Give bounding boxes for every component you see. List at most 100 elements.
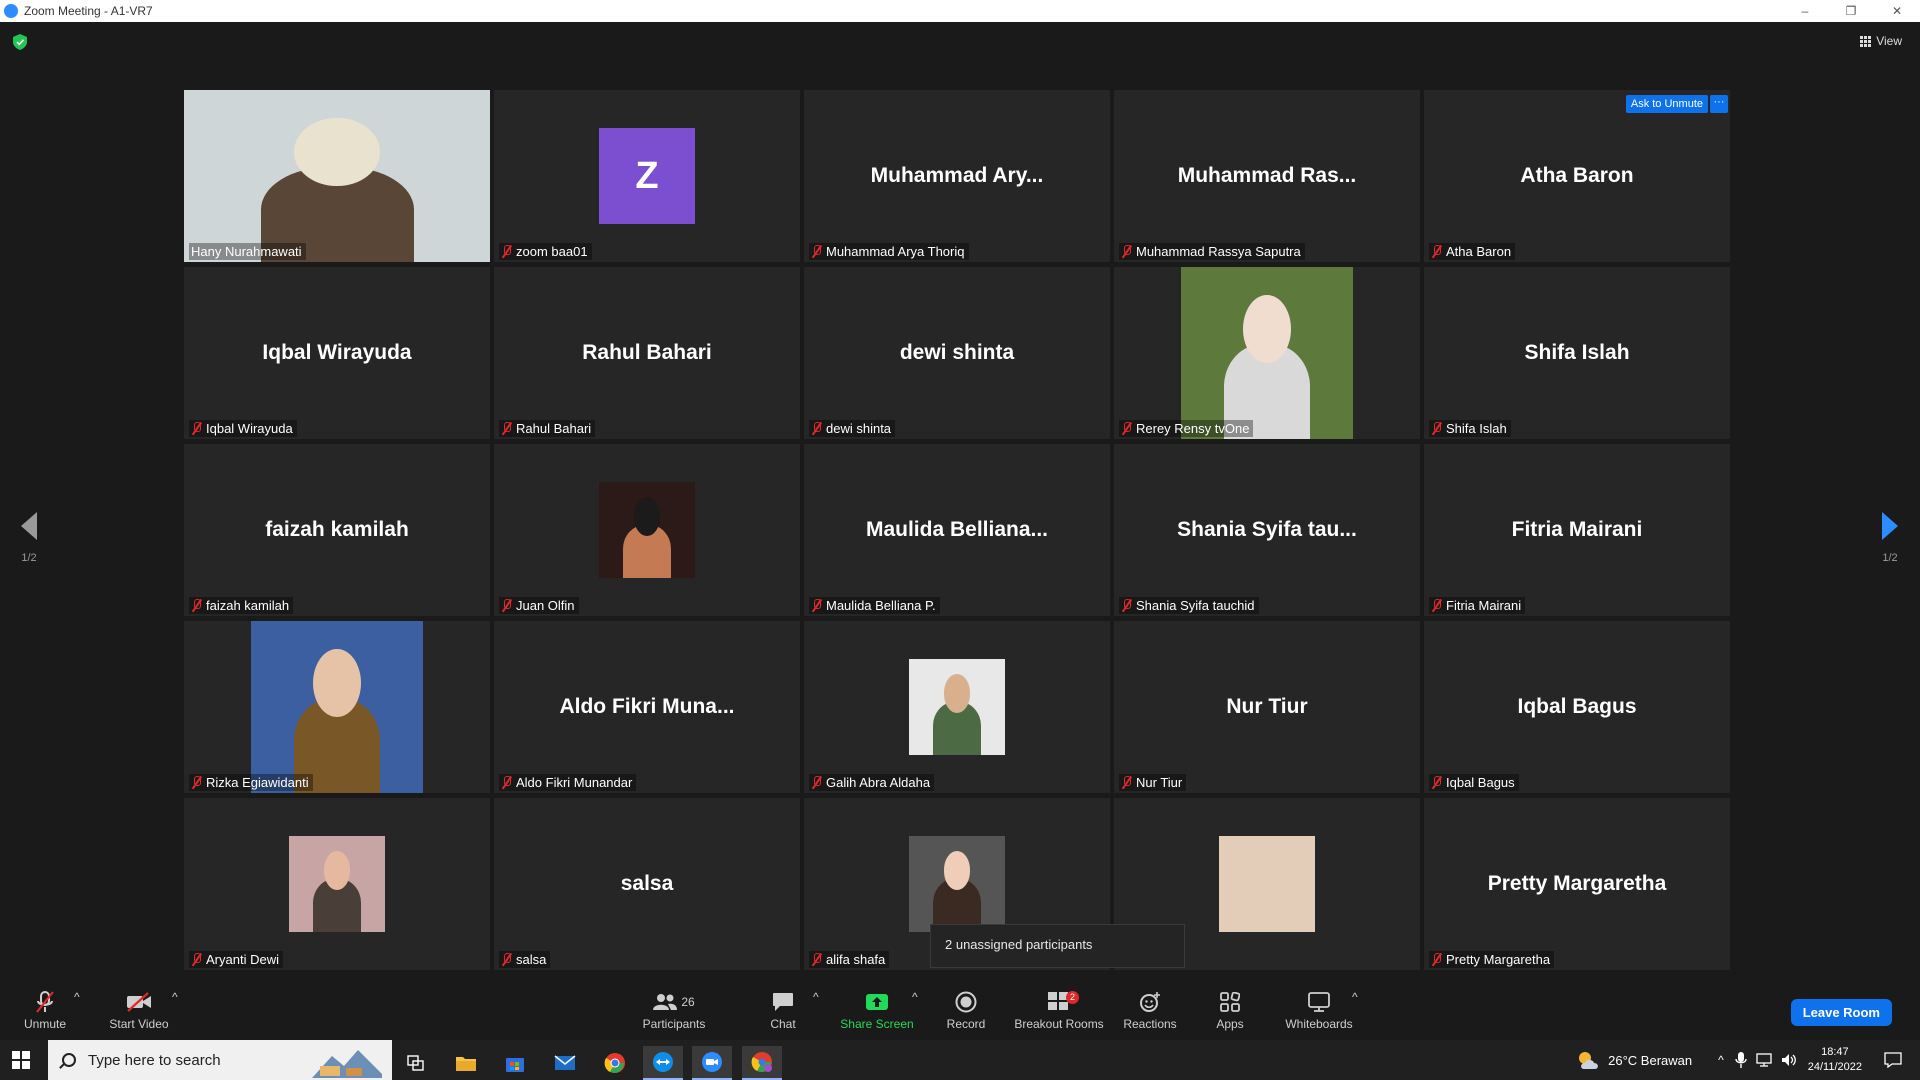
participant-name: Juan Olfin (516, 598, 575, 613)
participant-tile[interactable]: Aryanti Dewi (184, 798, 490, 970)
participant-name: Rahul Bahari (516, 421, 592, 436)
audio-options-caret[interactable]: ^ (74, 990, 80, 1004)
zoom-app-icon[interactable] (692, 1046, 732, 1080)
next-page-button[interactable]: 1/2 (1875, 512, 1905, 564)
microsoft-store-icon[interactable] (495, 1046, 535, 1080)
tile-more-options-button[interactable]: ··· (1710, 95, 1728, 113)
arrow-right-icon (1882, 512, 1898, 540)
video-off-icon (106, 990, 172, 1014)
participant-tile[interactable]: Rerey Rensy tvOne (1114, 267, 1420, 439)
participant-tile[interactable]: Shifa Islah Shifa Islah (1424, 267, 1730, 439)
participant-tile[interactable]: Iqbal Bagus Iqbal Bagus (1424, 621, 1730, 793)
participant-name: Nur Tiur (1136, 775, 1183, 790)
restore-button[interactable]: ❐ (1828, 0, 1874, 22)
participant-display-name: Pretty Margaretha (1487, 872, 1667, 895)
unmute-label: Unmute (23, 1017, 67, 1031)
breakout-rooms-button[interactable]: 2 Breakout Rooms (1013, 990, 1105, 1031)
weather-cloud-icon (1579, 1052, 1599, 1069)
record-button[interactable]: Record (943, 990, 989, 1031)
participant-name-label: Pretty Margaretha (1429, 951, 1555, 968)
apps-button[interactable]: Apps (1212, 990, 1248, 1031)
participants-label: Participants (642, 1017, 706, 1031)
network-icon[interactable] (1756, 1052, 1774, 1068)
participant-photo (1181, 267, 1353, 439)
view-button[interactable]: View (1860, 34, 1902, 48)
participant-tile[interactable]: Zzoom baa01 (494, 90, 800, 262)
share-options-caret[interactable]: ^ (912, 990, 918, 1004)
participant-tile[interactable]: Juan Olfin (494, 444, 800, 616)
participant-name: dewi shinta (826, 421, 892, 436)
participant-tile[interactable]: salsa salsa (494, 798, 800, 970)
participant-name: Pretty Margaretha (1446, 952, 1551, 967)
show-hidden-icons-caret[interactable]: ^ (1718, 1053, 1724, 1067)
whiteboard-icon (1283, 990, 1355, 1014)
security-shield-icon[interactable] (13, 34, 27, 50)
participant-tile[interactable]: faizah kamilah faizah kamilah (184, 444, 490, 616)
weather-text[interactable]: 26°C Berawan (1608, 1053, 1692, 1068)
participant-name-label: Fitria Mairani (1429, 597, 1526, 614)
participant-tile[interactable]: Pretty Margaretha Pretty Margaretha (1424, 798, 1730, 970)
window-title: Zoom Meeting - A1-VR7 (24, 4, 153, 18)
participant-tile[interactable]: Hany Nurahmawati (184, 90, 490, 262)
notification-center-icon[interactable] (1884, 1052, 1902, 1068)
participant-name: alifa shafa (826, 952, 886, 967)
taskbar-search-box[interactable]: Type here to search (48, 1040, 392, 1080)
breakout-rooms-badge: 2 (1066, 991, 1079, 1004)
volume-icon[interactable] (1780, 1052, 1798, 1068)
record-icon (943, 990, 989, 1014)
participant-name-label: Iqbal Bagus (1429, 774, 1519, 791)
task-view-icon[interactable] (396, 1046, 436, 1080)
participant-tile[interactable]: Fitria Mairani Fitria Mairani (1424, 444, 1730, 616)
participants-button[interactable]: 26 Participants (641, 990, 707, 1031)
unmute-button[interactable]: Unmute (20, 990, 70, 1031)
previous-page-button[interactable]: 1/2 (14, 512, 44, 564)
participant-tile[interactable]: Galih Abra Aldaha (804, 621, 1110, 793)
view-label: View (1876, 34, 1902, 48)
share-screen-icon (840, 990, 914, 1014)
start-video-button[interactable]: Start Video (106, 990, 172, 1031)
close-button[interactable]: ✕ (1874, 0, 1920, 22)
chat-options-caret[interactable]: ^ (813, 990, 819, 1004)
participant-display-name: Atha Baron (1520, 164, 1634, 187)
participant-tile[interactable]: Aldo Fikri Muna... Aldo Fikri Munandar (494, 621, 800, 793)
reactions-label: Reactions (1123, 1017, 1177, 1031)
chat-button[interactable]: Chat (763, 990, 803, 1031)
participant-tile[interactable]: Atha Baron Atha Baron Ask to Unmute ··· (1424, 90, 1730, 262)
participant-name-label: Atha Baron (1429, 243, 1516, 260)
taskbar-clock[interactable]: 18:47 24/11/2022 (1808, 1045, 1862, 1075)
chrome-profile-icon[interactable] (742, 1046, 782, 1080)
participant-name-label: alifa shafa (809, 951, 890, 968)
mail-icon[interactable] (545, 1046, 585, 1080)
reactions-button[interactable]: Reactions (1122, 990, 1178, 1031)
file-explorer-icon[interactable] (446, 1046, 486, 1080)
participant-tile[interactable]: Maulida Belliana... Maulida Belliana P. (804, 444, 1110, 616)
microphone-icon[interactable] (1734, 1051, 1748, 1069)
page-indicator-right: 1/2 (1882, 552, 1898, 564)
participant-tile[interactable]: Iqbal Wirayuda Iqbal Wirayuda (184, 267, 490, 439)
video-options-caret[interactable]: ^ (172, 990, 178, 1004)
participant-tile[interactable]: Rahul Bahari Rahul Bahari (494, 267, 800, 439)
participant-name: Rizka Egiawidanti (206, 775, 309, 790)
participant-name: salsa (516, 952, 547, 967)
windows-taskbar: Type here to search 26°C Berawan ^ 18:47… (0, 1040, 1920, 1080)
chrome-icon[interactable] (595, 1046, 635, 1080)
participant-tile[interactable]: Nur Tiur Nur Tiur (1114, 621, 1420, 793)
participant-tile[interactable]: Rizka Egiawidanti (184, 621, 490, 793)
share-screen-button[interactable]: Share Screen (840, 990, 914, 1031)
participant-tile[interactable]: Muhammad Ary... Muhammad Arya Thoriq (804, 90, 1110, 262)
whiteboards-button[interactable]: Whiteboards (1283, 990, 1355, 1031)
teamviewer-icon[interactable] (643, 1046, 683, 1080)
minimize-button[interactable]: – (1782, 0, 1828, 22)
whiteboards-options-caret[interactable]: ^ (1352, 990, 1358, 1004)
participant-name-label: Juan Olfin (499, 597, 579, 614)
participant-tile[interactable]: Muhammad Ras... Muhammad Rassya Saputra (1114, 90, 1420, 262)
windows-start-icon[interactable] (12, 1051, 30, 1069)
participant-tile[interactable]: Shania Syifa tau... Shania Syifa tauchid (1114, 444, 1420, 616)
reactions-icon (1122, 990, 1178, 1014)
leave-room-button[interactable]: Leave Room (1790, 999, 1892, 1026)
ask-to-unmute-button[interactable]: Ask to Unmute (1625, 95, 1708, 113)
participant-tile[interactable]: dewi shinta dewi shinta (804, 267, 1110, 439)
mic-muted-icon (20, 990, 70, 1014)
participants-icon (653, 994, 678, 1010)
mic-muted-icon (191, 953, 202, 966)
